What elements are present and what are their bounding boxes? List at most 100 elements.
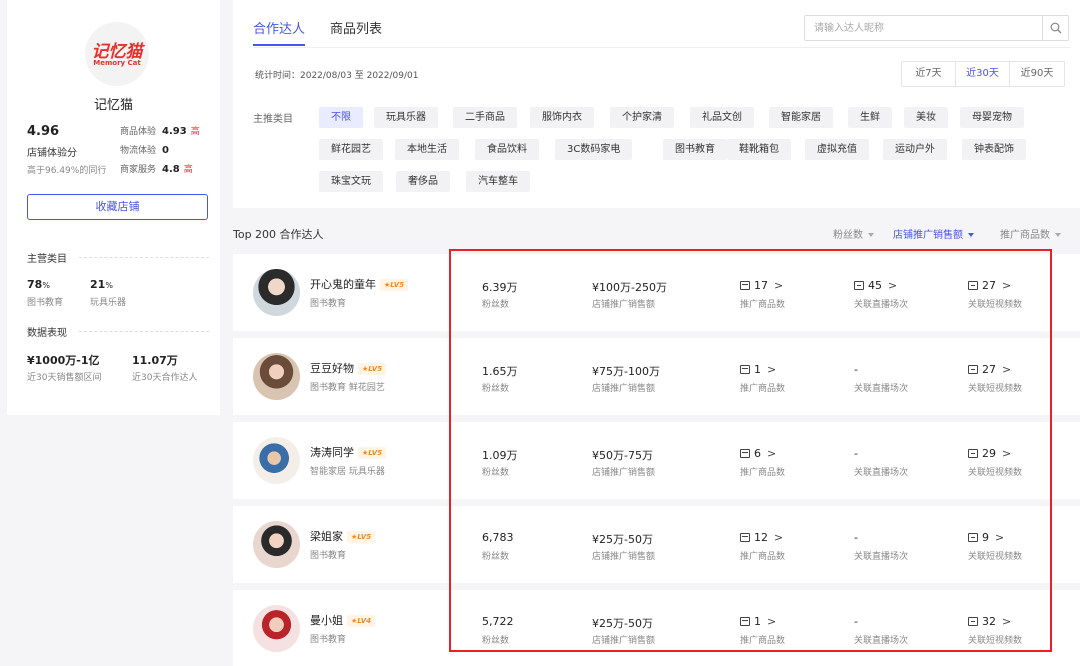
tab-influencers[interactable]: 合作达人 — [253, 18, 305, 37]
influencer-row[interactable]: 涛涛同学 ★LV5 智能家居 玩具乐器 1.09万 粉丝数 ¥50万-75万 店铺推广销售额… — [233, 422, 1080, 499]
category-chip[interactable]: 鲜花园艺 — [319, 139, 383, 160]
influencer-categories: 图书教育 — [310, 299, 347, 309]
category-chip[interactable]: 运动户外 — [883, 139, 947, 160]
category-chip[interactable]: 虚拟充值 — [805, 139, 869, 160]
category-chip[interactable]: 本地生活 — [395, 139, 459, 160]
videos-link[interactable]: 29 > — [968, 447, 1011, 460]
category-chip[interactable]: 美妆 — [904, 107, 948, 128]
influencer-row[interactable]: 曼小姐 ★LV4 图书教育 5,722 粉丝数 ¥25万-50万 店铺推广销售额 1 > 推广商品… — [233, 590, 1080, 666]
fans-label: 粉丝数 — [482, 636, 510, 646]
category-chip[interactable]: 钟表配饰 — [962, 139, 1026, 160]
category-chip[interactable]: 礼品文创 — [690, 107, 754, 128]
category-chip[interactable]: 食品饮料 — [475, 139, 539, 160]
videos-label: 关联短视频数 — [968, 300, 1023, 310]
chevron-right-icon: > — [767, 447, 777, 460]
influencer-row[interactable]: 梁姐家 ★LV5 图书教育 6,783 粉丝数 ¥25万-50万 店铺推广销售额 12 > 推广商… — [233, 506, 1080, 583]
sort-fans[interactable]: 粉丝数 — [833, 226, 874, 241]
category-chip[interactable]: 3C数码家电 — [555, 139, 633, 160]
shopping-bag-icon — [740, 449, 750, 458]
range-30d-button[interactable]: 近30天 — [956, 62, 1010, 86]
main-category-title: 主营类目 — [27, 254, 67, 265]
influencer-row[interactable]: 开心鬼的童年 ★LV5 图书教育 6.39万 粉丝数 ¥100万-250万 店铺推广销售额 1… — [233, 254, 1080, 331]
search-input[interactable] — [814, 20, 1034, 36]
avatar[interactable] — [253, 353, 300, 400]
category-chip[interactable]: 汽车整车 — [466, 171, 530, 192]
category-chip[interactable]: 奢侈品 — [396, 171, 450, 192]
search-button[interactable] — [1042, 16, 1068, 40]
influencer-categories: 图书教育 — [310, 635, 347, 645]
category-chip[interactable]: 母婴宠物 — [960, 107, 1024, 128]
fans-label: 粉丝数 — [482, 468, 510, 478]
category-chip[interactable]: 服饰内衣 — [530, 107, 594, 128]
sales-label: 店铺推广销售额 — [592, 468, 656, 478]
sales-label: 店铺推广销售额 — [592, 384, 656, 394]
sort-sales[interactable]: 店铺推广销售额 — [893, 226, 974, 241]
search-icon — [1050, 22, 1061, 34]
live-link[interactable]: - — [854, 363, 858, 376]
category-chip[interactable]: 智能家居 — [769, 107, 833, 128]
range-7d-button[interactable]: 近7天 — [902, 62, 956, 86]
videos-label: 关联短视频数 — [968, 636, 1023, 646]
tab-divider — [253, 47, 1070, 48]
fans-value: 6,783 — [482, 531, 514, 544]
range-90d-button[interactable]: 近90天 — [1010, 62, 1064, 86]
collect-store-button[interactable]: 收藏店铺 — [27, 194, 208, 220]
tab-products[interactable]: 商品列表 — [330, 18, 382, 37]
main-category-label: 玩具乐器 — [90, 298, 127, 308]
chevron-right-icon: > — [995, 531, 1005, 544]
videos-link[interactable]: 9 > — [968, 531, 1004, 544]
products-label: 推广商品数 — [740, 468, 786, 478]
category-chip[interactable]: 玩具乐器 — [374, 107, 438, 128]
products-link[interactable]: 17 > — [740, 279, 783, 292]
live-link[interactable]: - — [854, 531, 858, 544]
chevron-right-icon: > — [1002, 447, 1012, 460]
influencer-name[interactable]: 豆豆好物 ★LV5 — [310, 360, 387, 376]
search-box — [804, 15, 1069, 41]
avatar[interactable] — [253, 269, 300, 316]
products-link[interactable]: 12 > — [740, 531, 783, 544]
clipboard-icon — [968, 533, 978, 542]
videos-label: 关联短视频数 — [968, 552, 1023, 562]
shopping-bag-icon — [740, 365, 750, 374]
videos-link[interactable]: 27 > — [968, 363, 1011, 376]
avatar[interactable] — [253, 605, 300, 652]
avatar[interactable] — [253, 437, 300, 484]
category-chip[interactable]: 生鲜 — [848, 107, 892, 128]
influencer-name[interactable]: 曼小姐 ★LV4 — [310, 612, 376, 628]
chevron-right-icon: > — [1002, 363, 1012, 376]
avatar[interactable] — [253, 521, 300, 568]
products-label: 推广商品数 — [740, 384, 786, 394]
videos-link[interactable]: 27 > — [968, 279, 1011, 292]
influencer-name[interactable]: 涛涛同学 ★LV5 — [310, 444, 387, 460]
main-category-label: 图书教育 — [27, 298, 64, 308]
category-chip[interactable]: 二手商品 — [453, 107, 517, 128]
clipboard-icon — [968, 365, 978, 374]
influencer-name[interactable]: 梁姐家 ★LV5 — [310, 528, 376, 544]
category-chip[interactable]: 不限 — [319, 107, 363, 128]
sort-products[interactable]: 推广商品数 — [1000, 226, 1061, 241]
live-link[interactable]: - — [854, 447, 858, 460]
store-logo: 记忆猫 Memory Cat — [85, 22, 149, 86]
products-link[interactable]: 1 > — [740, 363, 776, 376]
category-chip[interactable]: 鞋靴箱包 — [727, 139, 791, 160]
category-chip[interactable]: 个护家清 — [610, 107, 674, 128]
category-chip[interactable]: 图书教育 — [663, 139, 727, 160]
influencer-count-value: 11.07万 — [132, 354, 178, 367]
data-title: 数据表现 — [27, 328, 67, 339]
sales-label: 店铺推广销售额 — [592, 300, 656, 310]
clipboard-icon — [968, 449, 978, 458]
products-link[interactable]: 6 > — [740, 447, 776, 460]
fans-value: 1.65万 — [482, 365, 518, 378]
products-link[interactable]: 1 > — [740, 615, 776, 628]
live-link[interactable]: 45 > — [854, 279, 897, 292]
sales-range-value: ¥1000万-1亿 — [27, 354, 100, 367]
influencer-name[interactable]: 开心鬼的童年 ★LV5 — [310, 276, 409, 292]
influencer-row[interactable]: 豆豆好物 ★LV5 图书教育 鲜花园艺 1.65万 粉丝数 ¥75万-100万 店铺推广销售… — [233, 338, 1080, 415]
sales-value: ¥50万-75万 — [592, 449, 653, 462]
live-label: 关联直播场次 — [854, 636, 909, 646]
fans-value: 1.09万 — [482, 449, 518, 462]
live-link[interactable]: - — [854, 615, 858, 628]
live-label: 关联直播场次 — [854, 384, 909, 394]
category-chip[interactable]: 珠宝文玩 — [319, 171, 383, 192]
videos-link[interactable]: 32 > — [968, 615, 1011, 628]
